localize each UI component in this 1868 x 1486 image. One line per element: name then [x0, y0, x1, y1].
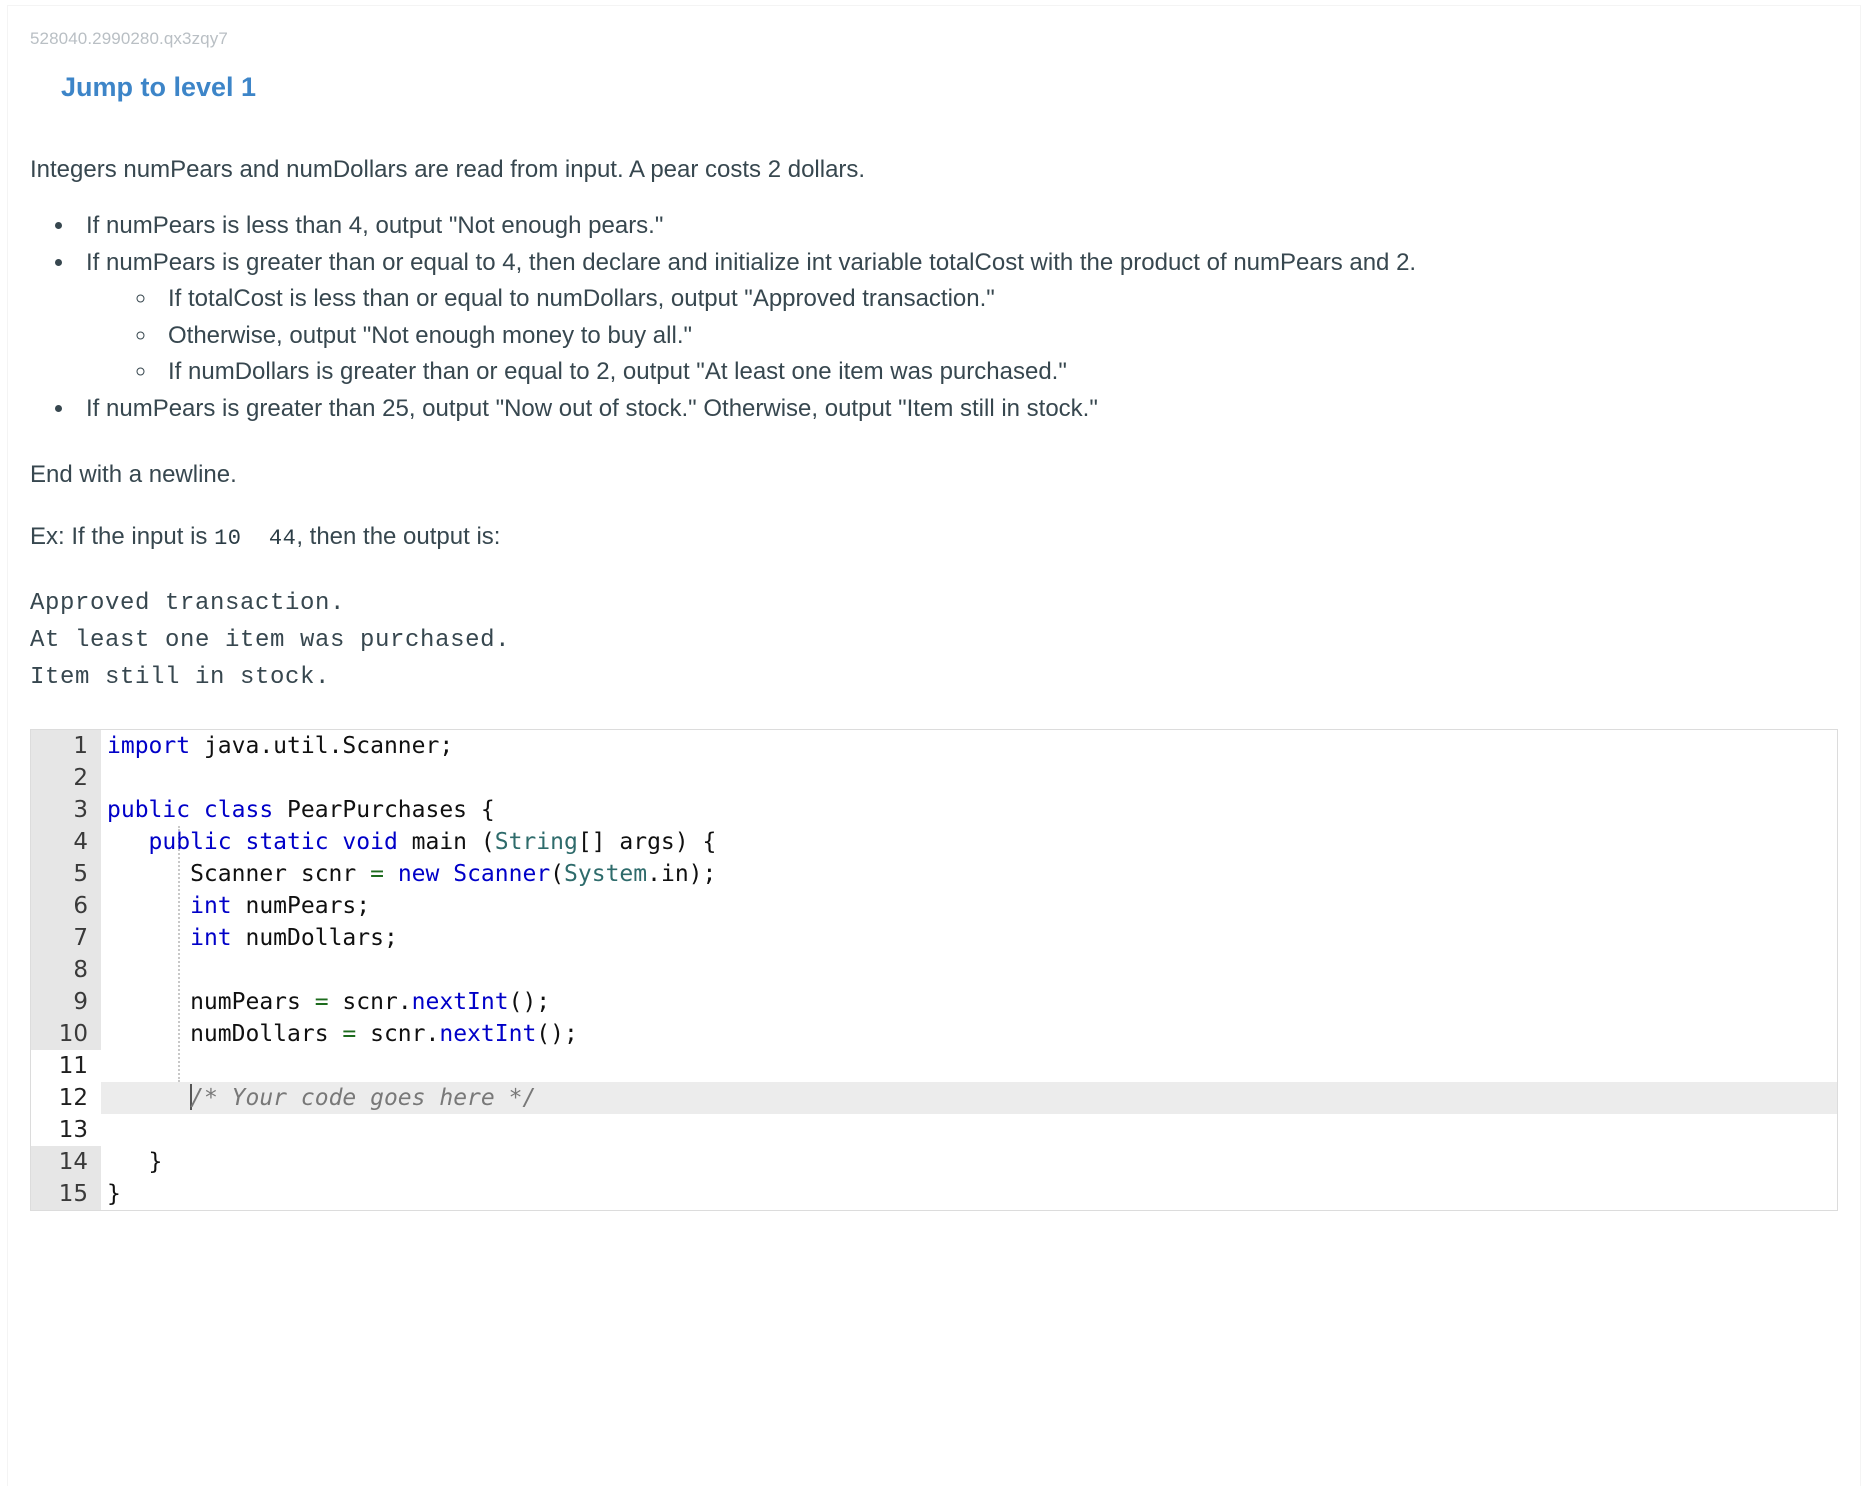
code-line-row-editable: 13 [31, 1114, 1837, 1147]
code-line-row: 14 } [31, 1146, 1837, 1179]
example-input-code: 10 44 [214, 525, 297, 551]
code-line-row: 8 [31, 954, 1837, 987]
line-number: 13 [31, 1114, 101, 1147]
code-lines-body: 1 import java.util.Scanner; 2 3 public c… [31, 730, 1837, 1211]
code-line-11[interactable] [101, 1050, 1837, 1082]
line-number: 12 [31, 1082, 101, 1115]
newline-note: End with a newline. [30, 461, 237, 489]
example-prefix: Ex: If the input is [30, 522, 208, 550]
line-number: 1 [31, 730, 101, 763]
activity-id: 528040.2990280.qx3zqy7 [30, 29, 228, 48]
code-line-8[interactable] [101, 954, 1837, 986]
code-line-5[interactable]: Scanner scnr = new Scanner(System.in); [101, 858, 1837, 890]
code-line-4[interactable]: public static void main (String[] args) … [101, 826, 1837, 858]
problem-intro: Integers numPears and numDollars are rea… [30, 156, 866, 184]
code-line-7[interactable]: int numDollars; [101, 922, 1837, 954]
code-line-10[interactable]: numDollars = scnr.nextInt(); [101, 1018, 1837, 1050]
code-line-12[interactable]: /* Your code goes here */ [101, 1082, 1837, 1115]
code-line-row: 6 int numPears; [31, 890, 1837, 923]
code-line-13[interactable] [101, 1114, 1837, 1146]
list-item: If numPears is greater than 25, output "… [76, 391, 1838, 427]
code-line-9[interactable]: numPears = scnr.nextInt(); [101, 986, 1837, 1018]
line-number: 14 [31, 1146, 101, 1179]
code-line-row: 4 public static void main (String[] args… [31, 826, 1837, 859]
list-item: Otherwise, output "Not enough money to b… [158, 318, 1838, 354]
expected-output-block: Approved transaction. At least one item … [30, 589, 511, 692]
code-line-15[interactable]: } [101, 1178, 1837, 1210]
example-line: Ex: If the input is 10 44, then the outp… [30, 520, 1838, 555]
code-line-2[interactable] [101, 762, 1837, 794]
code-line-row: 2 [31, 762, 1837, 795]
activity-content: 528040.2990280.qx3zqy7 Jump to level 1 I… [0, 0, 1868, 1212]
line-number: 2 [31, 762, 101, 795]
line-number: 5 [31, 858, 101, 891]
code-line-row-editable: 12 /* Your code goes here */ [31, 1082, 1837, 1115]
code-editor[interactable]: 1 import java.util.Scanner; 2 3 public c… [30, 729, 1838, 1212]
code-line-row: 3 public class PearPurchases { [31, 794, 1837, 827]
line-number: 9 [31, 986, 101, 1019]
code-line-row: 10 numDollars = scnr.nextInt(); [31, 1018, 1837, 1051]
line-number: 7 [31, 922, 101, 955]
list-item: If numPears is greater than or equal to … [76, 245, 1838, 391]
code-line-14[interactable]: } [101, 1146, 1837, 1178]
line-number: 11 [31, 1050, 101, 1083]
code-line-row: 1 import java.util.Scanner; [31, 730, 1837, 763]
line-number: 10 [31, 1018, 101, 1051]
requirements-sublist: If totalCost is less than or equal to nu… [86, 281, 1838, 390]
line-number: 3 [31, 794, 101, 827]
code-line-row-editable: 11 [31, 1050, 1837, 1083]
code-line-6[interactable]: int numPears; [101, 890, 1837, 922]
example-suffix: , then the output is: [296, 522, 501, 550]
list-item: If totalCost is less than or equal to nu… [158, 281, 1838, 317]
list-item: If numDollars is greater than or equal t… [158, 354, 1838, 390]
list-item: If numPears is less than 4, output "Not … [76, 208, 1838, 244]
requirements-list: If numPears is less than 4, output "Not … [30, 208, 1838, 427]
line-number: 15 [31, 1178, 101, 1211]
line-number: 4 [31, 826, 101, 859]
code-line-row: 9 numPears = scnr.nextInt(); [31, 986, 1837, 1019]
code-line-row: 15 } [31, 1178, 1837, 1211]
code-line-row: 5 Scanner scnr = new Scanner(System.in); [31, 858, 1837, 891]
jump-to-level-link[interactable]: Jump to level 1 [61, 71, 1838, 103]
line-number: 8 [31, 954, 101, 987]
code-line-3[interactable]: public class PearPurchases { [101, 794, 1837, 826]
list-item-text: If numPears is greater than or equal to … [86, 248, 1417, 276]
line-number: 6 [31, 890, 101, 923]
code-line-row: 7 int numDollars; [31, 922, 1837, 955]
code-line-1[interactable]: import java.util.Scanner; [101, 730, 1837, 762]
code-lines-table: 1 import java.util.Scanner; 2 3 public c… [31, 730, 1837, 1211]
